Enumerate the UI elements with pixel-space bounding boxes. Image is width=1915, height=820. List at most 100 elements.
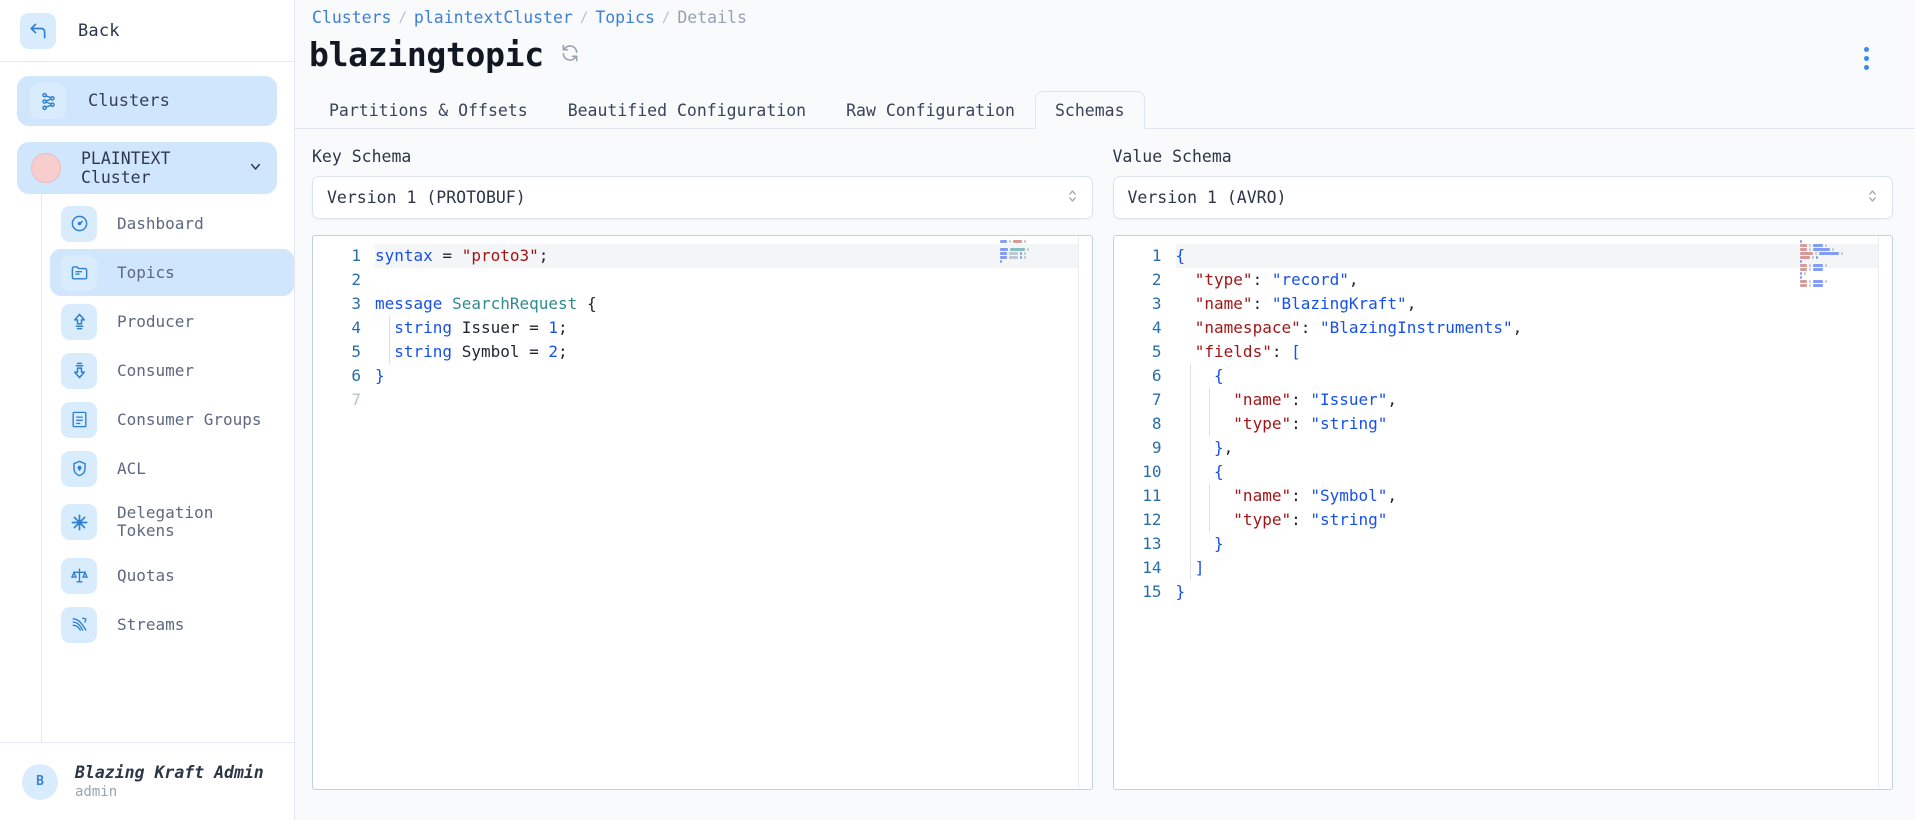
breadcrumb-topics[interactable]: Topics (595, 8, 655, 27)
code-line: { (1176, 364, 1893, 388)
sidebar-item-consumer-label: Consumer (117, 360, 195, 380)
key-schema-scrollbar[interactable] (1077, 236, 1092, 789)
upload-icon (61, 303, 97, 340)
user-name: Blazing Kraft Admin (75, 763, 264, 782)
indent-guide (1208, 508, 1210, 532)
indent-guide (1189, 508, 1191, 532)
chevron-updown-icon (1067, 187, 1078, 207)
indent-guide (1208, 484, 1210, 508)
sidebar: Back Clusters PLAINTEXT Cluster Dashboar… (0, 0, 295, 820)
line-number: 11 (1142, 486, 1162, 505)
chevron-down-icon (248, 159, 263, 178)
sidebar-item-consumer-groups[interactable]: Consumer Groups (50, 396, 294, 443)
code-line: string Symbol = 2; (375, 340, 1092, 364)
breadcrumb-plaintextcluster[interactable]: plaintextCluster (414, 8, 573, 27)
line-number: 2 (351, 270, 361, 289)
list-box-icon (61, 401, 97, 438)
sidebar-item-consumer[interactable]: Consumer (50, 347, 294, 394)
tab-raw-configuration[interactable]: Raw Configuration (826, 91, 1035, 129)
sidebar-item-producer[interactable]: Producer (50, 298, 294, 345)
indent-guide (1189, 556, 1191, 580)
key-schema-version-select[interactable]: Version 1 (PROTOBUF) (312, 176, 1093, 219)
line-number: 9 (1151, 438, 1162, 457)
code-line: syntax = "proto3"; (375, 244, 1092, 268)
indent-guide (1189, 364, 1191, 388)
tab-bar: Partitions & Offsets Beautified Configur… (295, 89, 1915, 129)
line-number: 3 (351, 294, 361, 313)
value-schema-code[interactable]: { "type": "record", "name": "BlazingKraf… (1175, 236, 1893, 789)
line-number: 1 (1151, 246, 1162, 265)
sidebar-item-acl[interactable]: ACL (50, 445, 294, 492)
sidebar-item-streams-label: Streams (117, 614, 185, 634)
back-label: Back (78, 20, 120, 41)
value-schema-label: Value Schema (1112, 147, 1232, 166)
app-root: Back Clusters PLAINTEXT Cluster Dashboar… (0, 0, 1915, 820)
code-line: "type": "string" (1176, 412, 1893, 436)
code-line: "fields": [ (1194, 342, 1301, 361)
line-number: 14 (1142, 558, 1162, 577)
value-schema-gutter: 1 2 3 4 5 6 7 8 9 10 11 12 13 14 15 (1114, 236, 1176, 789)
breadcrumb-clusters[interactable]: Clusters (312, 8, 391, 27)
value-schema-editor[interactable]: 1 2 3 4 5 6 7 8 9 10 11 12 13 14 15 { "type": "record"… (1112, 235, 1893, 790)
sidebar-item-producer-label: Producer (117, 311, 195, 331)
sidebar-item-consumer-groups-label: Consumer Groups (117, 409, 262, 429)
cluster-status-dot (31, 153, 61, 183)
key-schema-code[interactable]: syntax = "proto3"; message SearchRequest … (375, 236, 1092, 789)
schema-panes: Key Schema Version 1 (PROTOBUF) 1 2 3 4 5 6 7 … (295, 129, 1915, 790)
code-line: } (375, 366, 385, 385)
cluster-selector[interactable]: PLAINTEXT Cluster (17, 142, 277, 194)
scales-icon (61, 557, 97, 594)
line-number: 7 (351, 390, 361, 409)
indent-guide (1189, 460, 1191, 484)
refresh-icon[interactable] (560, 43, 580, 67)
value-schema-version-select[interactable]: Version 1 (AVRO) (1112, 176, 1893, 219)
nav-top: Clusters (0, 62, 294, 132)
sidebar-item-quotas-label: Quotas (117, 565, 175, 585)
indent-guide (1189, 436, 1191, 460)
line-number: 5 (351, 342, 361, 361)
gauge-icon (61, 205, 97, 242)
breadcrumb-sep-1: / (398, 9, 407, 26)
tab-schemas[interactable]: Schemas (1035, 91, 1145, 129)
indent-guide (389, 316, 390, 340)
user-profile[interactable]: B Blazing Kraft Admin admin (0, 742, 294, 820)
line-number: 2 (1151, 270, 1162, 289)
code-line: }, (1176, 436, 1893, 460)
avatar: B (22, 763, 58, 800)
code-line: { (1176, 460, 1893, 484)
line-number: 7 (1151, 390, 1162, 409)
sidebar-item-delegation-tokens-label: Delegation Tokens (117, 503, 214, 540)
indent-guide (1189, 532, 1191, 556)
sidebar-item-delegation-tokens[interactable]: Delegation Tokens (50, 494, 294, 550)
indent-guide (1208, 412, 1210, 436)
sidebar-item-topics-label: Topics (117, 262, 175, 282)
line-number: 1 (351, 246, 361, 265)
clusters-icon (30, 83, 66, 119)
value-schema-scrollbar[interactable] (1878, 236, 1892, 789)
sidebar-item-streams[interactable]: Streams (50, 601, 294, 648)
code-line: "name": "Issuer", (1176, 388, 1893, 412)
line-number: 10 (1142, 462, 1162, 481)
sidebar-item-dashboard[interactable]: Dashboard (50, 200, 294, 247)
tab-partitions-offsets[interactable]: Partitions & Offsets (309, 91, 548, 129)
sidebar-item-topics[interactable]: Topics (50, 249, 294, 296)
key-schema-pane: Key Schema Version 1 (PROTOBUF) 1 2 3 4 5 6 7 … (312, 147, 1093, 790)
back-button[interactable]: Back (0, 0, 294, 62)
kebab-menu-icon[interactable] (1858, 41, 1875, 76)
sidebar-item-clusters[interactable]: Clusters (17, 76, 277, 126)
page-title: blazingtopic (309, 35, 544, 74)
code-line: { (1175, 244, 1892, 268)
shield-icon (61, 450, 97, 487)
back-arrow-icon (20, 12, 56, 49)
indent-guide (389, 340, 390, 364)
code-line: string Issuer = 1; (375, 316, 1092, 340)
indent-guide (1189, 412, 1191, 436)
key-schema-editor[interactable]: 1 2 3 4 5 6 7 syntax = "proto3"; message Search… (312, 235, 1093, 790)
tab-beautified-configuration[interactable]: Beautified Configuration (548, 91, 826, 129)
code-line: "type": "record", (1194, 270, 1359, 289)
code-line: "type": "string" (1176, 508, 1893, 532)
breadcrumb: Clusters / plaintextCluster / Topics / D… (295, 0, 1915, 27)
sidebar-item-quotas[interactable]: Quotas (50, 552, 294, 599)
title-row: blazingtopic (295, 27, 1915, 74)
